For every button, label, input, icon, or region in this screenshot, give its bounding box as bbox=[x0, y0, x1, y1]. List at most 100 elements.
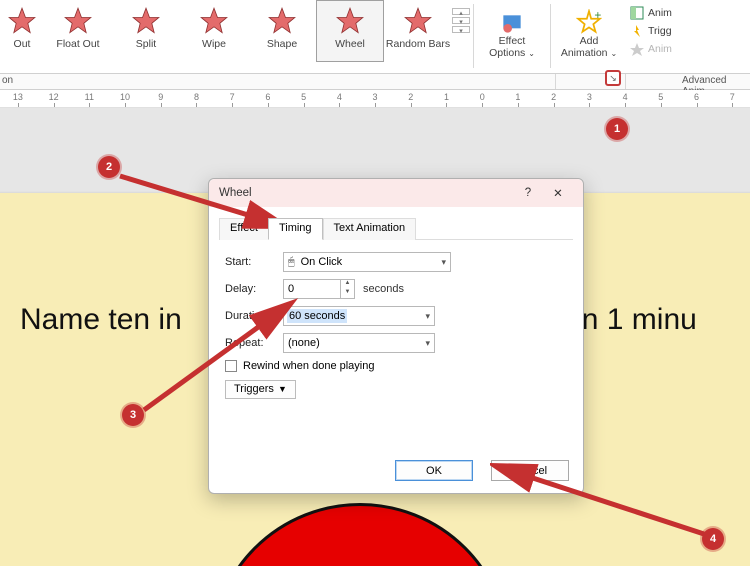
horizontal-ruler: 1312111098765432101234567 bbox=[0, 90, 750, 108]
anim-gallery-item[interactable]: Random Bars bbox=[384, 0, 452, 62]
dialog-button-row: OK Cancel bbox=[209, 452, 583, 493]
add-animation-button[interactable]: + Add Animation ⌄ bbox=[554, 0, 624, 66]
dialog-body: Start: 🖱 On Click ▾ Delay: 0 ▲▼ seconds … bbox=[219, 239, 573, 452]
chevron-down-icon: ▾ bbox=[425, 311, 430, 322]
add-animation-label: Add Animation ⌄ bbox=[561, 35, 617, 59]
separator bbox=[550, 4, 551, 68]
dialog-launcher-button[interactable]: ↘ bbox=[605, 70, 621, 86]
ruler-tick: 7 bbox=[714, 92, 750, 102]
advanced-group-label: Advanced Anim bbox=[626, 74, 750, 89]
anim-label: Out bbox=[14, 38, 31, 50]
effect-options-icon bbox=[499, 11, 525, 33]
dialog-titlebar: Wheel ? ✕ bbox=[209, 179, 583, 207]
ruler-tick: 0 bbox=[464, 92, 500, 102]
rewind-checkbox[interactable]: Rewind when done playing bbox=[225, 360, 567, 372]
ruler-tick: 10 bbox=[107, 92, 143, 102]
chevron-double-icon: ▼ bbox=[278, 384, 287, 394]
anim-label: Float Out bbox=[56, 38, 99, 50]
repeat-label: Repeat: bbox=[225, 337, 283, 349]
ruler-tick: 6 bbox=[250, 92, 286, 102]
animation-group-label: on bbox=[0, 74, 556, 89]
tab-timing[interactable]: Timing bbox=[268, 218, 323, 240]
dialog-close-button[interactable]: ✕ bbox=[543, 186, 573, 200]
ruler-tick: 5 bbox=[286, 92, 322, 102]
start-combo[interactable]: 🖱 On Click ▾ bbox=[283, 252, 451, 272]
effect-options-button[interactable]: Effect Options ⌄ bbox=[477, 0, 547, 66]
ruler-tick: 8 bbox=[179, 92, 215, 102]
anim-label: Split bbox=[136, 38, 156, 50]
ruler-tick: 7 bbox=[214, 92, 250, 102]
ribbon: Out Float Out Split Wipe Shape Wheel R bbox=[0, 0, 750, 74]
checkbox-icon bbox=[225, 360, 237, 372]
anim-gallery-item[interactable]: Shape bbox=[248, 0, 316, 62]
ruler-tick: 4 bbox=[607, 92, 643, 102]
annotation-badge-1: 1 bbox=[606, 118, 628, 140]
ruler-tick: 6 bbox=[679, 92, 715, 102]
anim-label: Shape bbox=[267, 38, 297, 50]
rewind-label: Rewind when done playing bbox=[243, 360, 374, 372]
repeat-value: (none) bbox=[288, 337, 320, 349]
tab-effect[interactable]: Effect bbox=[219, 218, 268, 240]
animation-pane-button[interactable]: Anim bbox=[630, 6, 672, 20]
delay-label: Delay: bbox=[225, 283, 283, 295]
effect-options-label: Effect Options ⌄ bbox=[489, 35, 535, 59]
timer-shape[interactable] bbox=[210, 503, 510, 566]
star-icon bbox=[132, 7, 160, 35]
star-icon bbox=[404, 7, 432, 35]
seconds-label: seconds bbox=[363, 283, 404, 295]
ruler-tick: 2 bbox=[393, 92, 429, 102]
star-icon bbox=[64, 7, 92, 35]
ruler-tick: 1 bbox=[500, 92, 536, 102]
ruler-tick: 1 bbox=[429, 92, 465, 102]
anim-gallery-item[interactable]: Out bbox=[0, 0, 44, 62]
chevron-down-icon: ▾ bbox=[425, 338, 430, 349]
ruler-tick: 4 bbox=[321, 92, 357, 102]
ok-button[interactable]: OK bbox=[395, 460, 473, 481]
star-icon bbox=[200, 7, 228, 35]
ruler-tick: 5 bbox=[643, 92, 679, 102]
ruler-tick: 3 bbox=[357, 92, 393, 102]
anim-label: Random Bars bbox=[386, 38, 450, 50]
gallery-more-button[interactable]: ▴ ▾ ▾ bbox=[452, 0, 470, 33]
add-animation-icon: + bbox=[576, 11, 602, 33]
ruler-tick: 13 bbox=[0, 92, 36, 102]
painter-icon bbox=[630, 42, 644, 56]
duration-combo[interactable]: 60 seconds ▾ bbox=[283, 306, 435, 326]
star-icon bbox=[268, 7, 296, 35]
anim-label: Wipe bbox=[202, 38, 226, 50]
ruler-tick: 11 bbox=[71, 92, 107, 102]
dialog-help-button[interactable]: ? bbox=[513, 187, 543, 199]
anim-gallery-item[interactable]: Split bbox=[112, 0, 180, 62]
dialog-title: Wheel bbox=[219, 187, 513, 199]
advanced-animation-group: Anim Trigg Anim bbox=[624, 0, 672, 56]
mouse-icon: 🖱 bbox=[288, 256, 295, 269]
duration-value: 60 seconds bbox=[287, 309, 347, 323]
delay-spinner[interactable]: 0 ▲▼ bbox=[283, 279, 355, 299]
ruler-tick: 9 bbox=[143, 92, 179, 102]
start-value: On Click bbox=[301, 256, 343, 268]
annotation-badge-3: 3 bbox=[122, 404, 144, 426]
star-icon bbox=[336, 7, 364, 35]
start-label: Start: bbox=[225, 256, 283, 268]
svg-text:+: + bbox=[594, 9, 601, 22]
pane-icon bbox=[630, 6, 644, 20]
dialog-tabs: Effect Timing Text Animation bbox=[209, 207, 583, 239]
trigger-button[interactable]: Trigg bbox=[630, 24, 672, 38]
star-icon bbox=[8, 7, 36, 35]
trigger-icon bbox=[630, 24, 644, 38]
ruler-tick: 3 bbox=[572, 92, 608, 102]
annotation-badge-2: 2 bbox=[98, 156, 120, 178]
delay-value: 0 bbox=[284, 280, 340, 298]
annotation-badge-4: 4 bbox=[702, 528, 724, 550]
cancel-button[interactable]: Cancel bbox=[491, 460, 569, 481]
tab-text-animation[interactable]: Text Animation bbox=[323, 218, 417, 240]
anim-gallery-item[interactable]: Wipe bbox=[180, 0, 248, 62]
repeat-combo[interactable]: (none) ▾ bbox=[283, 333, 435, 353]
ruler-tick: 2 bbox=[536, 92, 572, 102]
anim-gallery-item[interactable]: Float Out bbox=[44, 0, 112, 62]
triggers-button[interactable]: Triggers ▼ bbox=[225, 380, 296, 399]
anim-label: Wheel bbox=[335, 38, 365, 50]
spinner-buttons[interactable]: ▲▼ bbox=[340, 280, 354, 298]
anim-gallery-item-wheel[interactable]: Wheel bbox=[316, 0, 384, 62]
chevron-down-icon: ▾ bbox=[441, 257, 446, 268]
